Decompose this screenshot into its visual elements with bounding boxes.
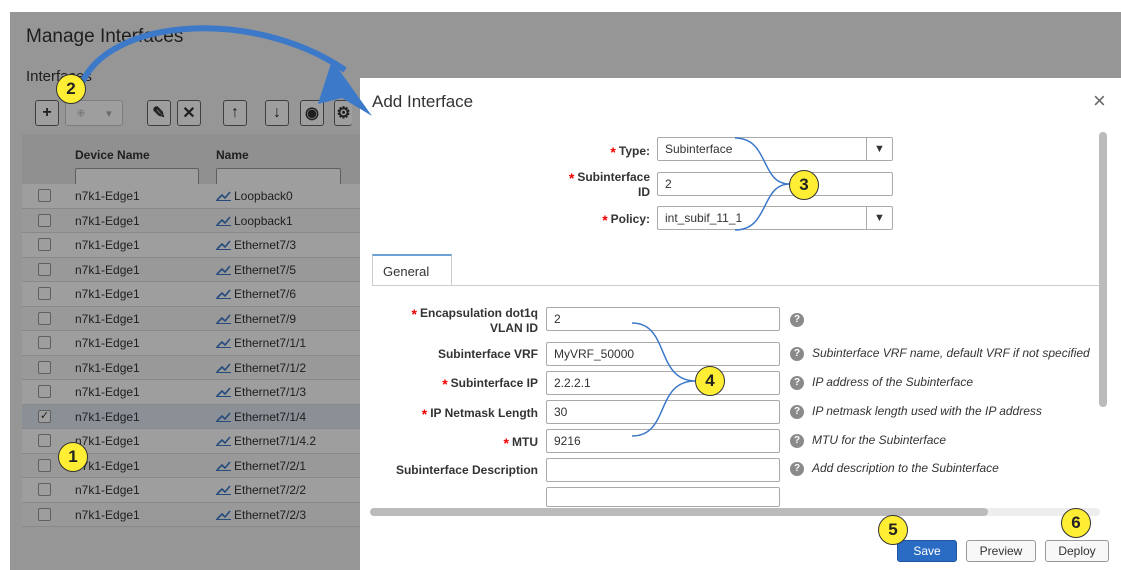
policy-select[interactable]: int_subif_11_1 ▼ xyxy=(657,206,893,230)
ip-hint: IP address of the Subinterface xyxy=(812,375,973,389)
preview-button[interactable]: Preview xyxy=(966,540,1036,562)
subinterface-id-label: * Subinterface ID xyxy=(568,170,650,199)
dialog-title: Add Interface xyxy=(372,92,474,111)
description-label: Subinterface Description xyxy=(395,463,538,477)
netmask-input[interactable]: 30 xyxy=(546,400,780,424)
chevron-down-icon: ▼ xyxy=(866,138,892,160)
ip-label: * Subinterface IP xyxy=(442,376,538,392)
extra-input[interactable] xyxy=(546,487,780,507)
close-icon[interactable]: × xyxy=(1093,88,1106,114)
help-icon[interactable]: ? xyxy=(790,405,804,419)
vrf-hint: Subinterface VRF name, default VRF if no… xyxy=(812,346,1090,360)
description-hint: Add description to the Subinterface xyxy=(812,461,999,475)
horizontal-scrollbar[interactable] xyxy=(370,508,1100,516)
tab-divider xyxy=(372,285,1100,286)
mtu-hint: MTU for the Subinterface xyxy=(812,433,947,447)
vertical-scrollbar[interactable] xyxy=(1099,132,1107,407)
tab-general[interactable]: General xyxy=(372,254,452,286)
help-icon[interactable]: ? xyxy=(790,347,804,361)
screenshot-stage: Manage Interfaces Interfaces · · + ⁜▾ ✎ … xyxy=(0,0,1121,570)
help-icon[interactable]: ? xyxy=(790,376,804,390)
netmask-hint: IP netmask length used with the IP addre… xyxy=(812,404,1042,418)
netmask-label: * IP Netmask Length xyxy=(421,406,538,422)
subinterface-id-input[interactable]: 2 xyxy=(657,172,893,196)
help-icon[interactable]: ? xyxy=(790,434,804,448)
deploy-button[interactable]: Deploy xyxy=(1045,540,1109,562)
callout-badge-3: 3 xyxy=(789,170,819,200)
callout-badge-4: 4 xyxy=(695,366,725,396)
callout-badge-2: 2 xyxy=(56,74,86,104)
mtu-label: * MTU xyxy=(503,435,538,451)
mtu-input[interactable]: 9216 xyxy=(546,429,780,453)
ip-input[interactable]: 2.2.2.1 xyxy=(546,371,780,395)
scroll-thumb[interactable] xyxy=(1099,132,1107,407)
type-select[interactable]: Subinterface ▼ xyxy=(657,137,893,161)
callout-badge-1: 1 xyxy=(58,442,88,472)
help-icon[interactable]: ? xyxy=(790,313,804,327)
vlan-id-input[interactable]: 2 xyxy=(546,307,780,331)
callout-badge-5: 5 xyxy=(878,515,908,545)
save-button[interactable]: Save xyxy=(897,540,957,562)
add-interface-dialog: Add Interface × * Type: Subinterface ▼ * Su… xyxy=(360,78,1121,570)
policy-label: * Policy: xyxy=(602,212,650,228)
description-input[interactable] xyxy=(546,458,780,482)
chevron-down-icon: ▼ xyxy=(866,207,892,229)
vrf-label: Subinterface VRF xyxy=(437,347,538,361)
help-icon[interactable]: ? xyxy=(790,462,804,476)
callout-badge-6: 6 xyxy=(1061,508,1091,538)
vrf-input[interactable]: MyVRF_50000 xyxy=(546,342,780,366)
vlan-id-label: * Encapsulation dot1q VLAN ID xyxy=(411,306,538,335)
type-label: * Type: xyxy=(610,144,650,160)
